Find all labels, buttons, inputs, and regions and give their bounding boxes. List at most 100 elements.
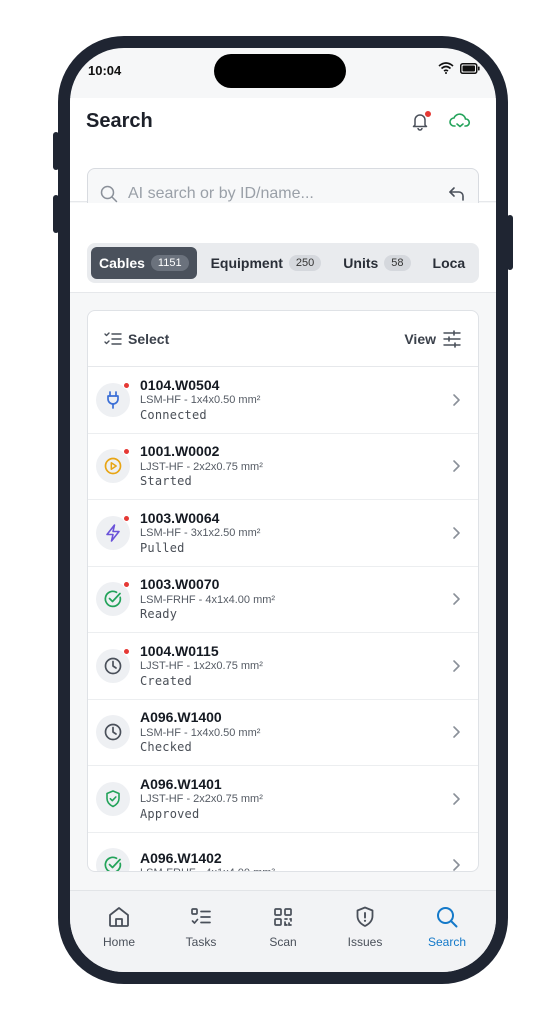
cable-info: 1003.W0070 LSM-FRHF - 4x1x4.00 mm² Ready (140, 576, 448, 622)
cable-status-icon-wrap (96, 381, 130, 417)
cable-row[interactable]: A096.W1402 LSM-FRHF - 4x1x4.00 mm² (88, 833, 478, 871)
cable-id: 1003.W0070 (140, 576, 220, 593)
tab-count: 250 (288, 255, 322, 271)
unread-dot (123, 381, 130, 389)
alert-shield-icon (356, 906, 374, 927)
bottom-nav: Home Tasks Scan Issues Search (70, 890, 496, 972)
home-icon (109, 907, 129, 927)
unread-dot (123, 514, 130, 522)
search-input[interactable] (128, 185, 448, 203)
notifications-button[interactable] (407, 108, 433, 134)
nav-label: Home (102, 935, 135, 949)
select-button[interactable]: Select (104, 331, 169, 347)
checklist-icon (104, 331, 122, 345)
chevron-right-icon (453, 593, 460, 606)
clock-icon (104, 657, 122, 675)
lightning-icon (106, 523, 120, 542)
category-tabs: Cables 1151 Equipment 250 Units 58 Loca (87, 243, 479, 283)
clock-icon (104, 723, 122, 741)
cable-status: Checked (140, 740, 192, 755)
cloud-sync-icon (449, 113, 471, 128)
cable-status-icon-wrap (96, 514, 130, 550)
status-bar: 10:04 (70, 48, 496, 98)
shield-check-icon (106, 789, 120, 808)
cable-info: A096.W1401 LJST-HF - 2x2x0.75 mm² Approv… (140, 776, 448, 822)
notification-dot (424, 110, 432, 118)
list-toolbar: Select View (88, 311, 478, 367)
cable-row[interactable]: 1001.W0002 LJST-HF - 2x2x0.75 mm² Starte… (88, 434, 478, 500)
cable-list: Select View 0104.W0504 LSM-HF - 1x4x0.50… (87, 310, 479, 872)
cable-status-icon-wrap (96, 647, 130, 683)
cable-id: 1001.W0002 (140, 443, 220, 460)
search-icon (437, 907, 458, 928)
cable-status-icon-wrap (96, 448, 130, 484)
nav-label: Scan (269, 935, 297, 949)
tab-label: Cables (99, 255, 145, 271)
cable-info: A096.W1402 LSM-FRHF - 4x1x4.00 mm² (140, 849, 448, 871)
tab-units[interactable]: Units 58 (335, 247, 418, 279)
cable-status: Ready (140, 607, 178, 622)
undo-arrow-icon[interactable] (448, 186, 466, 202)
cable-status: Created (140, 673, 192, 688)
cable-row[interactable]: 1003.W0064 LSM-HF - 3x1x2.50 mm² Pulled (88, 500, 478, 567)
cable-info: 0104.W0504 LSM-HF - 1x4x0.50 mm² Connect… (140, 377, 448, 423)
cable-row[interactable]: A096.W1400 LSM-HF - 1x4x0.50 mm² Checked (88, 700, 478, 766)
tab-cables[interactable]: Cables 1151 (91, 247, 197, 279)
page-title: Search (86, 110, 153, 132)
cable-row[interactable]: A096.W1401 LJST-HF - 2x2x0.75 mm² Approv… (88, 766, 478, 833)
unread-dot (123, 647, 130, 655)
cable-status-icon-wrap (96, 781, 130, 816)
chevron-right-icon (453, 526, 460, 539)
nav-scan[interactable]: Scan (247, 905, 319, 972)
status-icons (438, 62, 480, 74)
nav-tasks[interactable]: Tasks (165, 905, 237, 972)
app-header: Search (70, 98, 496, 220)
cable-row[interactable]: 1004.W0115 LJST-HF - 1x2x0.75 mm² Create… (88, 633, 478, 700)
chevron-right-icon (453, 659, 460, 672)
cable-id: 0104.W0504 (140, 376, 220, 393)
cable-spec: LSM-HF - 3x1x2.50 mm² (140, 527, 261, 540)
cable-id: 1004.W0115 (140, 642, 219, 659)
cable-id: A096.W1400 (140, 709, 222, 726)
unread-dot (123, 448, 130, 456)
cable-id: 1003.W0064 (140, 509, 220, 526)
tab-label: Units (343, 255, 379, 271)
tab-equipment[interactable]: Equipment 250 (203, 247, 330, 279)
select-label: Select (128, 330, 170, 347)
check-circle-icon (104, 590, 122, 608)
cable-info: 1004.W0115 LJST-HF - 1x2x0.75 mm² Create… (140, 643, 448, 689)
cable-spec: LSM-HF - 1x4x0.50 mm² (140, 726, 261, 739)
search-icon (100, 185, 118, 203)
tasks-icon (191, 908, 211, 924)
tab-label: Equipment (210, 255, 283, 271)
check-circle-icon (104, 856, 122, 871)
cable-spec: LSM-FRHF - 4x1x4.00 mm² (140, 867, 448, 871)
category-tabs-container: Cables 1151 Equipment 250 Units 58 Loca (70, 203, 496, 293)
view-label: View (404, 330, 436, 347)
dynamic-island (214, 54, 346, 88)
cable-info: A096.W1400 LSM-HF - 1x4x0.50 mm² Checked (140, 709, 448, 755)
app-screen: 10:04 Search Cables 1151 Equip (70, 48, 496, 972)
nav-label: Tasks (185, 935, 217, 949)
sync-button[interactable] (447, 108, 473, 134)
wifi-icon (438, 62, 454, 74)
chevron-right-icon (453, 393, 460, 406)
cable-info: 1001.W0002 LJST-HF - 2x2x0.75 mm² Starte… (140, 443, 448, 489)
view-button[interactable]: View (404, 329, 462, 348)
cable-row[interactable]: 1003.W0070 LSM-FRHF - 4x1x4.00 mm² Ready (88, 567, 478, 633)
nav-label: Issues (347, 935, 383, 949)
nav-issues[interactable]: Issues (329, 905, 401, 972)
cable-id: A096.W1402 (140, 849, 222, 866)
phone-side-button (53, 195, 59, 233)
sliders-icon (443, 329, 461, 348)
cable-id: A096.W1401 (140, 775, 222, 792)
cable-status: Approved (140, 806, 200, 821)
nav-label: Search (427, 935, 467, 949)
tab-locations[interactable]: Loca (425, 247, 474, 279)
nav-home[interactable]: Home (83, 905, 155, 972)
cable-spec: LJST-HF - 2x2x0.75 mm² (140, 460, 263, 473)
cable-row[interactable]: 0104.W0504 LSM-HF - 1x4x0.50 mm² Connect… (88, 367, 478, 434)
cable-status-icon-wrap (96, 715, 130, 750)
cable-status-icon-wrap (96, 848, 130, 871)
nav-search[interactable]: Search (411, 905, 483, 972)
